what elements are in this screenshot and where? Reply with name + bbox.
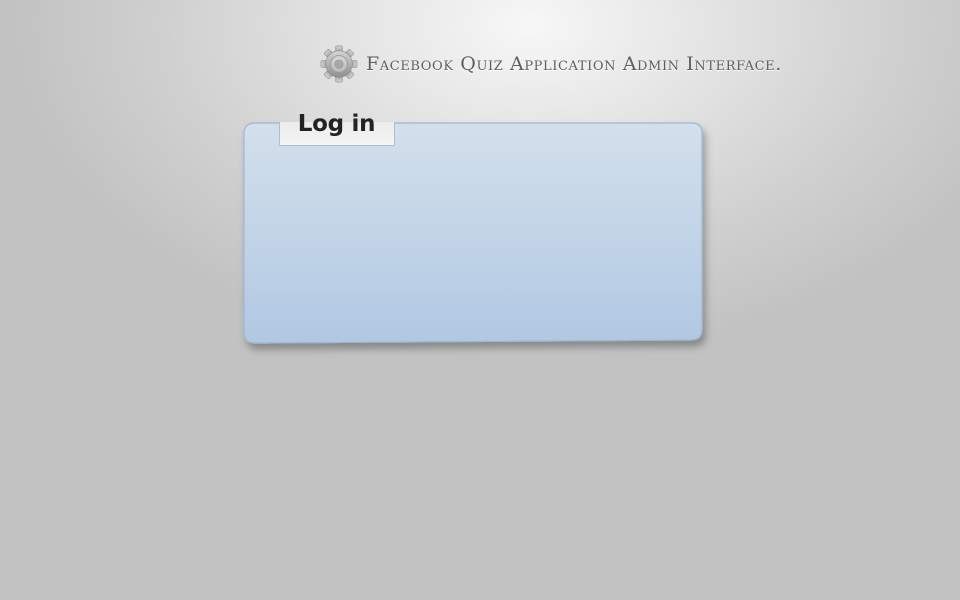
login-panel-card (243, 122, 703, 344)
app-title: Facebook Quiz Application Admin Interfac… (366, 53, 782, 75)
app-header: Facebook Quiz Application Admin Interfac… (320, 45, 782, 83)
login-panel: Log in (243, 111, 705, 358)
gear-icon (320, 45, 358, 83)
login-tab-label: Log in (297, 111, 376, 137)
